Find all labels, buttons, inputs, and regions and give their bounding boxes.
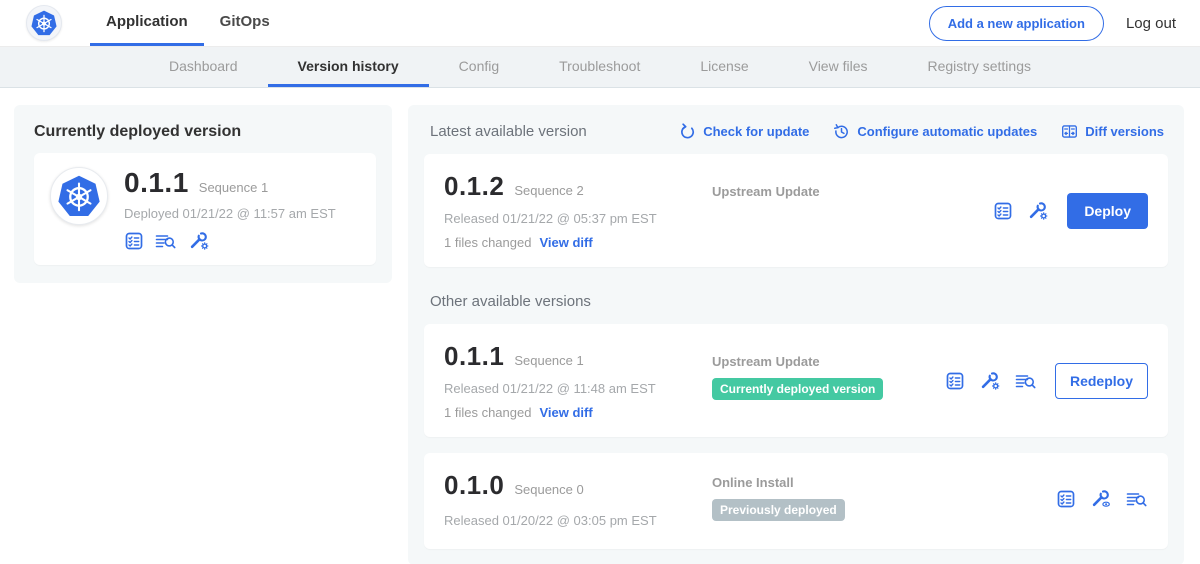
version-number: 0.1.1 <box>444 341 504 372</box>
main-content: Currently deployed version 0.1.1 Sequenc… <box>0 88 1200 564</box>
view-diff-link[interactable]: View diff <box>539 235 592 250</box>
wrench-gear-icon[interactable] <box>1026 201 1049 221</box>
diff-versions-label: Diff versions <box>1085 124 1164 139</box>
configure-automatic-updates-label: Configure automatic updates <box>857 124 1037 139</box>
files-changed-label: 1 files changed <box>444 235 531 250</box>
other-versions-title: Other available versions <box>430 293 1164 310</box>
clock-refresh-icon <box>833 123 850 140</box>
refresh-icon <box>679 123 696 140</box>
diff-versions-link[interactable]: Diff versions <box>1061 123 1164 140</box>
check-for-update-link[interactable]: Check for update <box>679 123 809 140</box>
deployed-sequence-label: Sequence 1 <box>199 180 268 195</box>
add-application-button[interactable]: Add a new application <box>929 6 1104 41</box>
currently-deployed-badge: Currently deployed version <box>712 378 883 400</box>
subnav-item-license[interactable]: License <box>670 47 778 87</box>
sequence-label: Sequence 1 <box>514 353 583 368</box>
source-label: Upstream Update <box>712 354 945 369</box>
available-versions-panel: Latest available version Check for updat… <box>408 105 1184 564</box>
released-timestamp: Released 01/21/22 @ 11:48 am EST <box>444 381 712 396</box>
app-subnav: Dashboard Version history Config Trouble… <box>0 47 1200 88</box>
file-search-icon[interactable] <box>154 231 177 251</box>
version-info: 0.1.1 Sequence 1 Released 01/21/22 @ 11:… <box>444 341 712 420</box>
logout-button[interactable]: Log out <box>1126 15 1176 32</box>
version-info: 0.1.0 Sequence 0 Released 01/20/22 @ 03:… <box>444 470 712 528</box>
top-nav: Application GitOps Add a new application… <box>0 0 1200 47</box>
wrench-eye-icon[interactable] <box>1089 489 1112 509</box>
redeploy-button[interactable]: Redeploy <box>1055 363 1148 399</box>
files-changed-label: 1 files changed <box>444 405 531 420</box>
version-source: Online Install Previously deployed <box>712 470 1056 521</box>
wrench-gear-icon[interactable] <box>978 371 1001 391</box>
version-card-0-1-1: 0.1.1 Sequence 1 Released 01/21/22 @ 11:… <box>424 324 1168 437</box>
top-nav-right: Add a new application Log out <box>929 0 1176 46</box>
file-search-icon[interactable] <box>1125 489 1148 509</box>
release-notes-checklist-icon[interactable] <box>1056 489 1076 509</box>
kubernetes-logo-icon <box>26 5 62 41</box>
configure-automatic-updates-link[interactable]: Configure automatic updates <box>833 123 1037 140</box>
deployed-version-info: 0.1.1 Sequence 1 Deployed 01/21/22 @ 11:… <box>124 167 336 251</box>
update-actions: Check for update Configure automatic upd… <box>679 123 1164 140</box>
check-for-update-label: Check for update <box>703 124 809 139</box>
version-actions: Deploy <box>993 193 1148 229</box>
deployed-version-number: 0.1.1 <box>124 167 189 199</box>
latest-version-title: Latest available version <box>430 123 587 140</box>
version-info: 0.1.2 Sequence 2 Released 01/21/22 @ 05:… <box>444 171 712 250</box>
release-notes-checklist-icon[interactable] <box>945 371 965 391</box>
version-actions <box>1056 489 1148 509</box>
view-diff-link[interactable]: View diff <box>539 405 592 420</box>
deployed-version-card: 0.1.1 Sequence 1 Deployed 01/21/22 @ 11:… <box>34 153 376 265</box>
subnav-item-config[interactable]: Config <box>429 47 529 87</box>
sequence-label: Sequence 0 <box>514 482 583 497</box>
diff-columns-icon <box>1061 123 1078 140</box>
source-label: Online Install <box>712 475 1056 490</box>
app-logo-icon <box>50 167 108 225</box>
subnav-item-registry-settings[interactable]: Registry settings <box>898 47 1061 87</box>
previously-deployed-badge: Previously deployed <box>712 499 845 521</box>
deploy-button[interactable]: Deploy <box>1067 193 1148 229</box>
currently-deployed-panel: Currently deployed version 0.1.1 Sequenc… <box>14 105 392 283</box>
version-number: 0.1.0 <box>444 470 504 501</box>
latest-version-header-row: Latest available version Check for updat… <box>430 123 1164 140</box>
source-label: Upstream Update <box>712 184 993 199</box>
subnav-item-version-history[interactable]: Version history <box>268 47 429 87</box>
released-timestamp: Released 01/20/22 @ 03:05 pm EST <box>444 513 712 528</box>
release-notes-checklist-icon[interactable] <box>124 231 144 251</box>
deployed-action-icons <box>124 231 336 251</box>
version-number: 0.1.2 <box>444 171 504 202</box>
deployed-timestamp: Deployed 01/21/22 @ 11:57 am EST <box>124 206 336 221</box>
currently-deployed-title: Currently deployed version <box>34 123 376 141</box>
tab-application[interactable]: Application <box>90 0 204 46</box>
file-search-icon[interactable] <box>1014 371 1037 391</box>
subnav-item-dashboard[interactable]: Dashboard <box>139 47 268 87</box>
released-timestamp: Released 01/21/22 @ 05:37 pm EST <box>444 211 712 226</box>
release-notes-checklist-icon[interactable] <box>993 201 1013 221</box>
subnav-item-troubleshoot[interactable]: Troubleshoot <box>529 47 670 87</box>
subnav-item-view-files[interactable]: View files <box>779 47 898 87</box>
version-card-0-1-2: 0.1.2 Sequence 2 Released 01/21/22 @ 05:… <box>424 154 1168 267</box>
version-source: Upstream Update <box>712 171 993 199</box>
version-source: Upstream Update Currently deployed versi… <box>712 341 945 400</box>
wrench-gear-icon[interactable] <box>187 231 210 251</box>
top-nav-tabs: Application GitOps <box>90 0 286 46</box>
tab-gitops[interactable]: GitOps <box>204 0 286 46</box>
version-actions: Redeploy <box>945 363 1148 399</box>
version-card-0-1-0: 0.1.0 Sequence 0 Released 01/20/22 @ 03:… <box>424 453 1168 549</box>
sequence-label: Sequence 2 <box>514 183 583 198</box>
